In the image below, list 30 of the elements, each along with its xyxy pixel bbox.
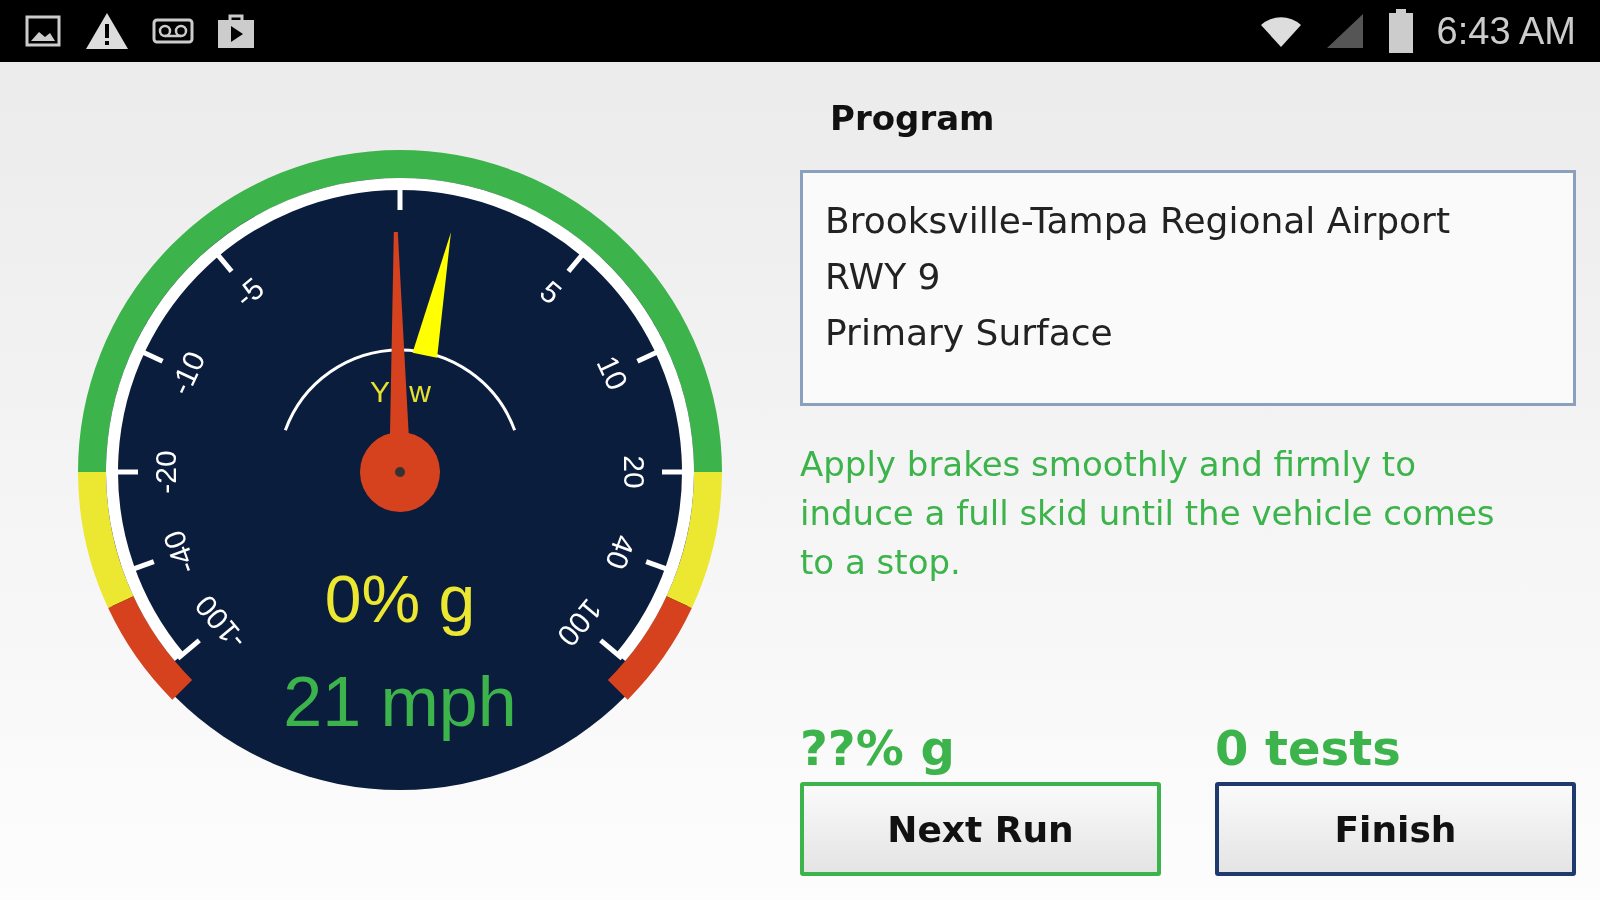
program-line: RWY 9 (825, 255, 942, 299)
speed-reading: 21 mph (283, 663, 517, 741)
scale-label: 10 (590, 350, 635, 395)
scale-label: -100 (188, 589, 253, 657)
scale-label: -5 (228, 271, 271, 314)
program-line: Brooksville-Tampa Regional Airport (825, 199, 1451, 243)
yaw-letter: w (409, 375, 431, 408)
test-count: 0 tests (1215, 720, 1402, 776)
voicemail-icon (152, 16, 194, 46)
clock: 6:43 AM (1436, 9, 1576, 53)
scale-tick (599, 638, 624, 661)
yaw-letter: Y (370, 375, 390, 408)
program-title: Program (830, 98, 996, 138)
g-reading: 0% g (324, 562, 476, 636)
scale-label: 20 (618, 455, 652, 489)
instruction-text: Apply brakes smoothly and firmly to induce a full skid until the vehicle comes to a stop. (800, 443, 1496, 584)
scale-label: 5 (533, 274, 568, 311)
battery-icon (1386, 9, 1415, 53)
result-reading: ??% g (800, 720, 956, 776)
picture-icon (24, 14, 62, 48)
scale-label: 40 (599, 530, 642, 574)
finish-button[interactable]: Finish (1215, 782, 1576, 876)
scale-label: -20 (148, 450, 182, 494)
scale-label: 100 (550, 593, 609, 653)
warning-icon (84, 11, 130, 51)
shopping-bag-icon (216, 12, 256, 50)
scale-label: -10 (163, 346, 212, 400)
next-run-button[interactable]: Next Run (800, 782, 1161, 876)
program-line: Primary Surface (825, 311, 1114, 355)
scale-label: -40 (156, 526, 203, 579)
